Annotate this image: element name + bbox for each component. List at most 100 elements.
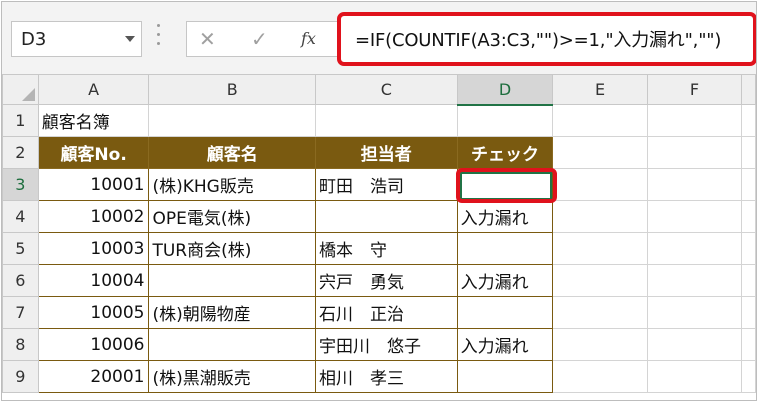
table-row: 9 20001 (株)黒潮販売 相川 孝三	[2, 360, 756, 393]
table-row: 1 顧客名簿	[2, 104, 756, 137]
name-box-value: D3	[21, 29, 47, 50]
cell-a5[interactable]: 10003	[37, 232, 150, 265]
cell-f6[interactable]	[646, 264, 743, 297]
cell-b6[interactable]	[148, 264, 316, 297]
worksheet-grid: A B C D E F 1 顧客名簿 2 顧客No. 顧客名 担当者 チェック	[2, 74, 756, 393]
row-header[interactable]: 7	[2, 296, 39, 329]
cell-e3[interactable]	[552, 168, 648, 201]
cell-e4[interactable]	[552, 200, 648, 233]
table-row: 8 10006 宇田川 悠子 入力漏れ	[2, 328, 756, 361]
cell-b1[interactable]	[148, 104, 316, 137]
column-header-row: A B C D E F	[2, 74, 756, 106]
header-staff[interactable]: 担当者	[314, 136, 458, 169]
row-header[interactable]: 6	[2, 264, 39, 297]
cell-a3[interactable]: 10001	[37, 168, 150, 201]
table-row: 6 10004 宍戸 勇気 入力漏れ	[2, 264, 756, 297]
cell-a8[interactable]: 10006	[37, 328, 150, 361]
cell-a9[interactable]: 20001	[37, 360, 150, 393]
cell-g3[interactable]	[741, 168, 756, 201]
header-check[interactable]: チェック	[456, 136, 554, 169]
cell-c7[interactable]: 石川 正治	[314, 296, 458, 329]
drag-handle-icon[interactable]	[156, 24, 162, 54]
cell-c1[interactable]	[314, 104, 458, 137]
column-header-d[interactable]: D	[456, 74, 554, 106]
row-header[interactable]: 4	[2, 200, 39, 233]
table-row: 4 10002 OPE電気(株) 入力漏れ	[2, 200, 756, 233]
cell-d1[interactable]	[456, 104, 554, 137]
formula-text: =IF(COUNTIF(A3:C3,"")>=1,"入力漏れ","")	[355, 30, 722, 51]
header-customer-no[interactable]: 顧客No.	[37, 136, 150, 169]
column-header-a[interactable]: A	[37, 74, 150, 105]
cell-b8[interactable]	[148, 328, 316, 361]
cell-f9[interactable]	[646, 360, 743, 393]
active-cell-highlight	[456, 168, 557, 203]
cell-c3[interactable]: 町田 浩司	[314, 168, 458, 201]
cell-a1[interactable]: 顧客名簿	[37, 104, 150, 137]
row-header[interactable]: 8	[2, 328, 39, 361]
enter-icon[interactable]: ✓	[251, 27, 268, 51]
header-customer-name[interactable]: 顧客名	[148, 136, 316, 169]
cell-b7[interactable]: (株)朝陽物産	[148, 296, 316, 329]
table-row: 5 10003 TUR商会(株) 橋本 守	[2, 232, 756, 265]
cell-e6[interactable]	[552, 264, 648, 297]
cell-b4[interactable]: OPE電気(株)	[148, 200, 316, 233]
formula-input[interactable]: =IF(COUNTIF(A3:C3,"")>=1,"入力漏れ","")	[337, 12, 756, 66]
row-header[interactable]: 5	[2, 232, 39, 265]
select-all-button[interactable]	[2, 74, 39, 105]
cell-f8[interactable]	[646, 328, 743, 361]
column-header-b[interactable]: B	[148, 74, 316, 105]
cell-f3[interactable]	[646, 168, 743, 201]
row-header[interactable]: 1	[2, 104, 39, 137]
name-box[interactable]: D3	[11, 21, 142, 57]
cell-b5[interactable]: TUR商会(株)	[148, 232, 316, 265]
cell-e2[interactable]	[552, 136, 648, 169]
cell-a4[interactable]: 10002	[37, 200, 150, 233]
cell-g7[interactable]	[741, 296, 756, 329]
cell-d8[interactable]: 入力漏れ	[456, 328, 554, 361]
cell-f2[interactable]	[646, 136, 743, 169]
cell-g4[interactable]	[741, 200, 756, 233]
cell-c8[interactable]: 宇田川 悠子	[314, 328, 458, 361]
cell-e9[interactable]	[552, 360, 648, 393]
row-header[interactable]: 9	[2, 360, 39, 393]
cell-c6[interactable]: 宍戸 勇気	[314, 264, 458, 297]
column-header-f[interactable]: F	[646, 74, 743, 105]
cell-d9[interactable]	[456, 360, 554, 393]
cell-f5[interactable]	[646, 232, 743, 265]
cell-d5[interactable]	[456, 232, 554, 265]
table-row: 2 顧客No. 顧客名 担当者 チェック	[2, 136, 756, 169]
cell-g6[interactable]	[741, 264, 756, 297]
row-header[interactable]: 3	[2, 168, 39, 201]
cell-g5[interactable]	[741, 232, 756, 265]
cancel-icon[interactable]: ✕	[199, 27, 216, 51]
cell-g1[interactable]	[741, 104, 756, 137]
column-header-e[interactable]: E	[552, 74, 648, 105]
cell-e7[interactable]	[552, 296, 648, 329]
cell-b9[interactable]: (株)黒潮販売	[148, 360, 316, 393]
cell-b3[interactable]: (株)KHG販売	[148, 168, 316, 201]
cell-g2[interactable]	[741, 136, 756, 169]
cell-f7[interactable]	[646, 296, 743, 329]
cell-c4[interactable]	[314, 200, 458, 233]
column-header-g[interactable]	[741, 74, 756, 105]
cell-e8[interactable]	[552, 328, 648, 361]
cell-e1[interactable]	[552, 104, 648, 137]
formula-bar: D3 ✕ ✓ fx =IF(COUNTIF(A3:C3,"")>=1,"入力漏れ…	[2, 2, 756, 74]
cell-g8[interactable]	[741, 328, 756, 361]
formula-buttons: ✕ ✓ fx	[186, 21, 340, 57]
cell-c9[interactable]: 相川 孝三	[314, 360, 458, 393]
cell-d6[interactable]: 入力漏れ	[456, 264, 554, 297]
cell-c5[interactable]: 橋本 守	[314, 232, 458, 265]
column-header-c[interactable]: C	[314, 74, 458, 105]
cell-d7[interactable]	[456, 296, 554, 329]
cell-g9[interactable]	[741, 360, 756, 393]
cell-f4[interactable]	[646, 200, 743, 233]
cell-a6[interactable]: 10004	[37, 264, 150, 297]
cell-d4[interactable]: 入力漏れ	[456, 200, 554, 233]
cell-e5[interactable]	[552, 232, 648, 265]
row-header[interactable]: 2	[2, 136, 39, 169]
cell-a7[interactable]: 10005	[37, 296, 150, 329]
insert-function-icon[interactable]: fx	[301, 29, 316, 48]
cell-f1[interactable]	[646, 104, 743, 137]
chevron-down-icon[interactable]	[125, 36, 135, 42]
